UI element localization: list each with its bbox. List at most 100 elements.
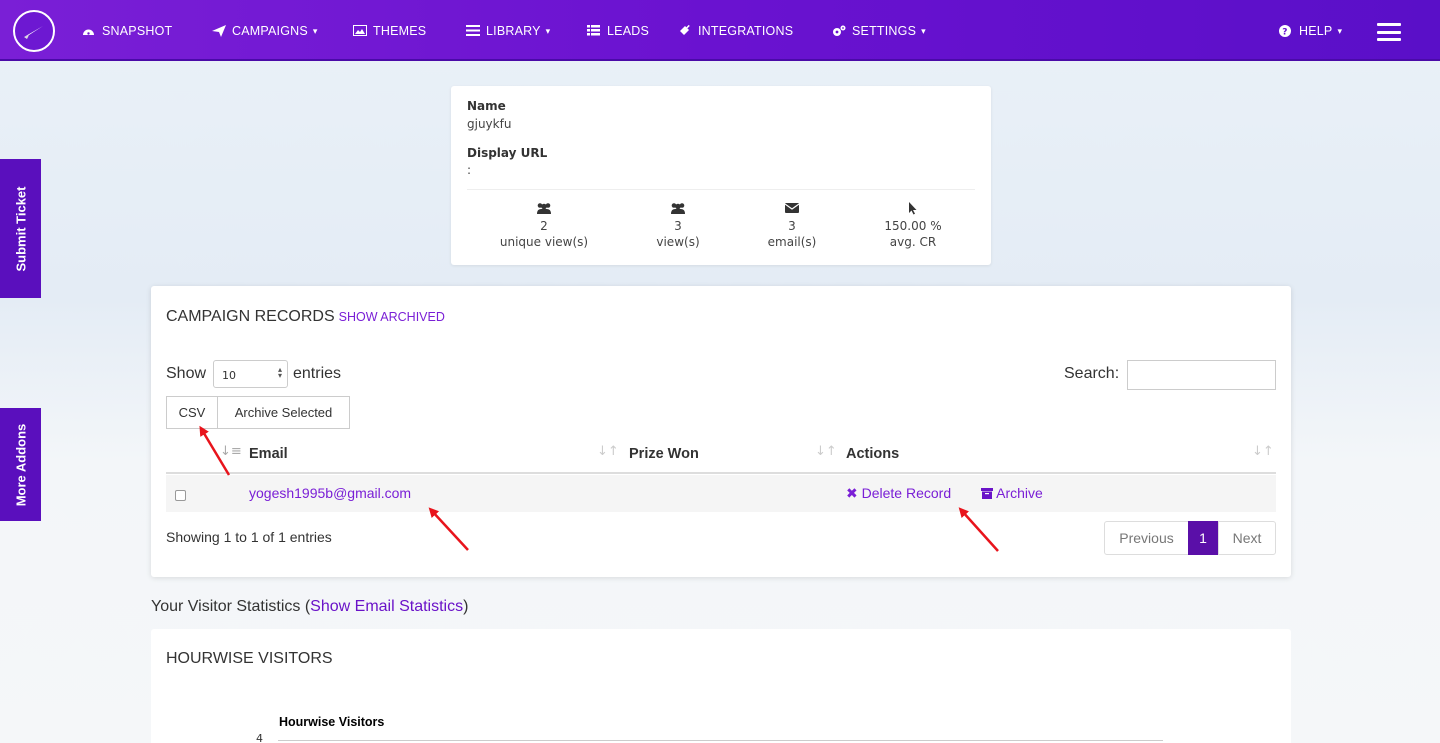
visitor-statistics-suffix: ) xyxy=(463,598,469,615)
column-header-actions[interactable]: Actions xyxy=(846,446,899,462)
hamburger-menu-icon[interactable] xyxy=(1377,23,1401,41)
delete-record-link[interactable]: ✖ Delete Record xyxy=(846,485,951,502)
more-addons-label: More Addons xyxy=(13,423,28,506)
nav-library[interactable]: LIBRARY ▾ xyxy=(466,22,550,40)
display-url-value: : xyxy=(467,163,472,177)
sort-asc-icon[interactable]: ↓≡ xyxy=(220,444,242,459)
cursor-icon xyxy=(858,202,968,216)
nav-themes[interactable]: THEMES xyxy=(353,22,426,40)
nav-integrations-label: INTEGRATIONS xyxy=(698,24,794,38)
plug-icon xyxy=(678,24,692,37)
show-label: Show xyxy=(166,365,207,382)
submit-ticket-label: Submit Ticket xyxy=(13,185,28,272)
column-header-email[interactable]: Email xyxy=(249,446,288,462)
name-value: gjuykfu xyxy=(467,117,512,131)
hourwise-visitors-title: HOURWISE VISITORS xyxy=(166,650,333,667)
top-navbar: SNAPSHOT CAMPAIGNS ▾ THEMES LIBRARY ▾ LE… xyxy=(0,0,1440,61)
logo-icon xyxy=(24,26,43,39)
nav-campaigns[interactable]: CAMPAIGNS ▾ xyxy=(212,22,318,40)
envelope-icon xyxy=(737,202,847,216)
users-icon xyxy=(489,202,599,216)
app-logo[interactable] xyxy=(13,10,55,52)
chevron-down-icon: ▾ xyxy=(1337,25,1343,36)
users-icon xyxy=(623,202,733,216)
showing-entries-info: Showing 1 to 1 of 1 entries xyxy=(166,529,332,545)
archive-icon xyxy=(981,488,993,499)
nav-leads[interactable]: LEADS xyxy=(587,22,649,40)
chart-y-tick: 4 xyxy=(256,732,263,743)
stat-unique-views: 2 unique view(s) xyxy=(489,202,599,250)
table-header-divider xyxy=(166,472,1276,474)
stat-label: avg. CR xyxy=(889,235,937,249)
nav-leads-label: LEADS xyxy=(607,24,649,38)
chevron-down-icon: ▾ xyxy=(921,25,926,36)
visitor-statistics-heading: Your Visitor Statistics (Show Email Stat… xyxy=(151,598,468,616)
list-icon xyxy=(587,25,601,37)
nav-snapshot[interactable]: SNAPSHOT xyxy=(82,22,172,40)
search-label: Search: xyxy=(1064,365,1120,382)
archive-link[interactable]: Archive xyxy=(981,485,1043,501)
nav-library-label: LIBRARY xyxy=(486,24,541,38)
search-input[interactable] xyxy=(1127,360,1276,390)
records-title: CAMPAIGN RECORDS SHOW ARCHIVED xyxy=(166,308,445,326)
nav-campaigns-label: CAMPAIGNS xyxy=(232,24,308,38)
nav-help-label: HELP xyxy=(1299,24,1333,38)
sort-icon[interactable]: ↓↑ xyxy=(815,444,837,459)
stat-avg-cr: 150.00 % avg. CR xyxy=(858,202,968,250)
name-label: Name xyxy=(467,99,506,113)
nav-help[interactable]: ? HELP ▾ xyxy=(1279,22,1342,40)
display-url-label: Display URL xyxy=(467,146,548,160)
visitor-statistics-prefix: Your Visitor Statistics ( xyxy=(151,598,311,615)
page-1-button[interactable]: 1 xyxy=(1188,521,1218,555)
stat-value: 2 xyxy=(540,219,548,233)
show-email-statistics-link[interactable]: Show Email Statistics xyxy=(310,598,463,615)
chevron-down-icon: ▾ xyxy=(312,25,318,36)
stat-value: 3 xyxy=(788,219,796,233)
show-archived-link[interactable]: SHOW ARCHIVED xyxy=(339,310,445,324)
stat-label: unique view(s) xyxy=(499,235,589,249)
book-icon xyxy=(466,25,480,37)
next-page-button[interactable]: Next xyxy=(1218,521,1276,555)
row-email-link[interactable]: yogesh1995b@gmail.com xyxy=(249,485,411,501)
delete-record-label: Delete Record xyxy=(861,485,952,501)
stat-views: 3 view(s) xyxy=(623,202,733,250)
campaign-info-card: Name gjuykfu Display URL : 2 unique view… xyxy=(451,86,991,265)
entries-select-value: 10 xyxy=(222,369,236,382)
stat-value: 150.00 % xyxy=(884,219,942,233)
info-divider xyxy=(467,189,975,190)
stat-label: email(s) xyxy=(767,235,817,249)
chart-title: Hourwise Visitors xyxy=(279,715,385,729)
hourwise-visitors-card: HOURWISE VISITORS Hourwise Visitors 4 xyxy=(151,629,1291,743)
archive-selected-button[interactable]: Archive Selected xyxy=(217,396,350,429)
sort-icon[interactable]: ↓↑ xyxy=(1252,444,1274,459)
entries-select[interactable]: 10 ▴ ▾ xyxy=(213,360,288,388)
more-addons-tab[interactable]: More Addons xyxy=(0,408,41,521)
chevron-down-icon: ▾ xyxy=(545,25,551,36)
sort-icon[interactable]: ↓↑ xyxy=(597,444,619,459)
previous-page-button[interactable]: Previous xyxy=(1104,521,1189,555)
csv-button[interactable]: CSV xyxy=(166,396,218,429)
row-checkbox[interactable] xyxy=(175,490,186,501)
image-icon xyxy=(353,25,367,37)
column-header-prize-won[interactable]: Prize Won xyxy=(629,446,699,462)
dashboard-icon xyxy=(82,25,96,37)
records-title-text: CAMPAIGN RECORDS xyxy=(166,308,335,325)
nav-settings[interactable]: SETTINGS ▾ xyxy=(832,22,926,40)
question-icon: ? xyxy=(1279,25,1293,38)
nav-integrations[interactable]: INTEGRATIONS xyxy=(678,22,793,40)
stat-label: view(s) xyxy=(656,235,700,249)
table-row: yogesh1995b@gmail.com ✖ Delete Record Ar… xyxy=(166,475,1276,512)
times-icon: ✖ xyxy=(846,485,858,501)
nav-themes-label: THEMES xyxy=(373,24,427,38)
stat-emails: 3 email(s) xyxy=(737,202,847,250)
nav-snapshot-label: SNAPSHOT xyxy=(102,24,173,38)
nav-settings-label: SETTINGS xyxy=(852,24,917,38)
entries-label: entries xyxy=(293,365,342,382)
archive-label: Archive xyxy=(996,485,1043,501)
stat-value: 3 xyxy=(674,219,682,233)
campaign-records-card: CAMPAIGN RECORDS SHOW ARCHIVED Show 10 ▴ ▾… xyxy=(151,286,1291,577)
svg-text:?: ? xyxy=(1282,28,1287,38)
gears-icon xyxy=(832,25,846,37)
submit-ticket-tab[interactable]: Submit Ticket xyxy=(0,159,41,298)
select-arrows-icon: ▴ ▾ xyxy=(277,365,282,380)
